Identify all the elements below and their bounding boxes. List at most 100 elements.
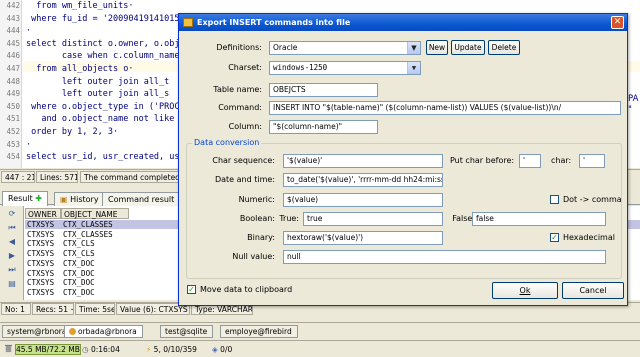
code-line[interactable]: and o.object_name not like [26,114,174,124]
object-name-cell[interactable]: CTX_CLASSES [61,230,113,239]
code-line[interactable]: from all_objects o· [26,64,133,74]
owner-cell[interactable]: CTXSYS [25,230,54,239]
next-record-icon[interactable]: ▶ [6,251,18,260]
code-line[interactable]: · [26,140,31,150]
binary-input[interactable]: hextoraw('$(value)') [283,231,443,245]
true-input[interactable]: true [303,212,443,226]
cursor-position: 447 : 21 [1,171,35,183]
code-line[interactable]: order by 1, 2, 3· [26,127,118,137]
dropdown-arrow-icon[interactable]: ▼ [407,42,420,54]
object-name-cell[interactable]: CTX_DOC [61,259,95,268]
delete-button[interactable]: Delete [488,40,520,55]
date-time-input[interactable]: to_date('$(value)', 'rrrr-mm-dd hh24:mi:… [283,173,443,187]
put-char-before-input[interactable]: ' [519,154,541,168]
column-input[interactable]: "$(column-name)" [269,120,378,134]
session-tab-orbada[interactable]: orbada@rbnora [64,325,143,338]
command-input[interactable]: INSERT INTO "$(table-name)" ($(column-na… [269,101,621,115]
code-line[interactable]: case when c.column_name [26,51,180,61]
grid-options-icon[interactable]: ▤ [6,279,18,288]
code-line[interactable]: select distinct o.owner, o.obj [26,39,180,49]
info-icon: ◈ [212,345,218,354]
session-label: orbada@rbnora [78,327,137,336]
session-tabs: system@rbnora orbada@rbnora test@sqlite … [0,322,640,338]
first-record-icon[interactable]: ⏮ [6,223,18,232]
last-record-icon[interactable]: ⏭ [6,265,18,274]
dialog-titlebar[interactable]: Export INSERT commands into file ✕ [179,14,627,31]
code-line[interactable]: where fu_id = '20090419141015 [26,14,179,24]
clipboard-checkbox[interactable]: ✓ [187,285,196,294]
dot-comma-checkbox[interactable] [550,195,559,204]
row-number: No: 1 [1,303,31,315]
extra-value: 0/0 [220,345,233,354]
line-number: 448 [6,76,20,86]
owner-cell[interactable]: CTXSYS [25,239,54,248]
owner-cell[interactable]: CTXSYS [25,220,54,229]
code-line[interactable]: where o.object_type in ('PROC [26,102,179,112]
false-label: False: [452,214,475,223]
null-value-label: Null value: [232,252,275,261]
result-tab-label: Result [8,194,33,203]
extra-counter: ◈ 0/0 [210,343,234,356]
thread-counter: ⚡ 5, 0/10/359 [144,343,199,356]
object-name-cell[interactable]: CTX_CLS [61,239,95,248]
code-line[interactable]: left outer join all_t [26,77,169,87]
code-line[interactable]: select usr_id, usr_created, usr [26,152,185,162]
hexadecimal-checkbox[interactable]: ✓ [550,233,559,242]
cancel-button[interactable]: Cancel [562,282,624,299]
object-name-cell[interactable]: CTX_CLASSES [61,220,113,229]
refresh-icon[interactable]: ⟳ [6,209,18,218]
object-name-cell[interactable]: CTX_DOC [61,288,95,297]
tab-result[interactable]: Result ✚ [2,191,48,206]
export-dialog: Export INSERT commands into file ✕ Defin… [178,13,628,306]
ok-button[interactable]: Ok [492,282,558,299]
dropdown-arrow-icon[interactable]: ▼ [407,62,420,74]
column-label: Column: [228,122,262,131]
char-after-input[interactable]: ' [579,154,605,168]
session-tab-system[interactable]: system@rbnora [2,325,73,338]
new-button[interactable]: New [426,40,448,55]
column-header-owner[interactable]: OWNER [25,208,61,219]
code-line[interactable]: from wm_file_units· [26,1,133,11]
session-label: employe@firebird [225,327,292,336]
false-input[interactable]: false [472,212,606,226]
char-sequence-label: Char sequence: [212,156,275,165]
numeric-input[interactable]: $(value) [283,193,443,207]
char-after-label: char: [551,156,572,165]
line-number: 453 [6,139,20,149]
table-name-label: Table name: [213,85,262,94]
charset-value: windows-1250 [273,63,328,72]
owner-cell[interactable]: CTXSYS [25,288,54,297]
tab-history[interactable]: ▣ History [54,192,105,206]
line-number: 449 [6,89,20,99]
plus-icon[interactable]: ✚ [35,194,42,203]
code-line[interactable]: left outer join all_s [26,89,169,99]
tab-command-result[interactable]: Command result [102,192,181,206]
object-name-cell[interactable]: CTX_DOC [61,269,95,278]
null-value-input[interactable]: null [283,250,606,264]
command-label: Command: [218,103,262,112]
memory-indicator[interactable]: 45.5 MB/72.2 MB [2,343,83,356]
owner-cell[interactable]: CTXSYS [25,259,54,268]
close-button[interactable]: ✕ [611,16,624,29]
session-tab-employe[interactable]: employe@firebird [220,325,298,338]
object-name-cell[interactable]: CTX_DOC [61,278,95,287]
owner-cell[interactable]: CTXSYS [25,249,54,258]
code-line[interactable]: · [26,26,31,36]
charset-select[interactable]: windows-1250 ▼ [269,61,421,75]
table-name-input[interactable]: OBEJCTS [269,83,378,97]
line-number: 446 [6,51,20,61]
column-header-object-name[interactable]: OBJECT_NAME [61,208,129,219]
prev-record-icon[interactable]: ◀ [6,237,18,246]
connection-icon [69,328,76,335]
object-name-cell[interactable]: CTX_CLS [61,249,95,258]
editor-overflow-text-2: " [628,105,632,115]
session-tab-test[interactable]: test@sqlite [160,325,214,338]
owner-cell[interactable]: CTXSYS [25,269,54,278]
definitions-select[interactable]: Oracle ▼ [269,41,421,55]
update-button[interactable]: Update [451,40,485,55]
memory-usage: 45.5 MB/72.2 MB [15,344,81,355]
lightning-icon: ⚡ [146,345,152,354]
app-status-bar: 45.5 MB/72.2 MB ◷ 0:16:04 ⚡ 5, 0/10/359 … [0,340,640,357]
char-sequence-input[interactable]: '$(value)' [283,154,443,168]
owner-cell[interactable]: CTXSYS [25,278,54,287]
